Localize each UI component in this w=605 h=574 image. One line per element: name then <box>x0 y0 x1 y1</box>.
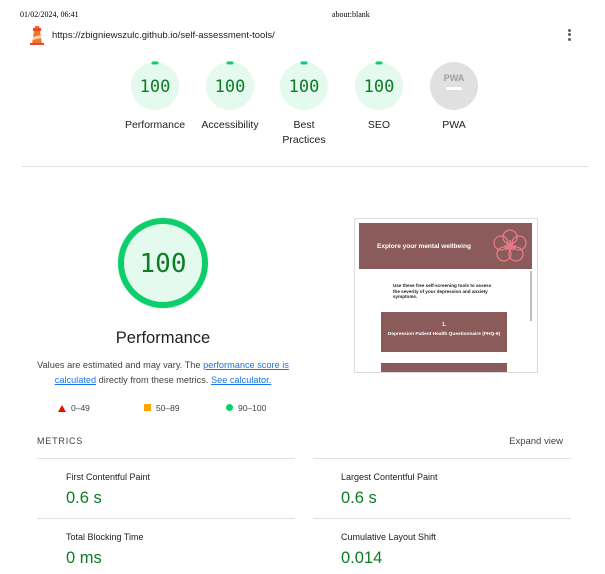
gauge-performance-ring: 100 <box>131 61 179 110</box>
metric-fcp-value: 0.6 s <box>66 489 102 507</box>
screenshot-card-number: 1. <box>441 322 447 328</box>
page-screenshot-thumbnail[interactable]: Explore your mental wellbeing Use these … <box>354 218 538 373</box>
category-gauges: 100 Performance 100 Accessibility 100 Be… <box>0 60 605 160</box>
pwa-badge-text: PWA <box>444 73 465 83</box>
metric-lcp: Largest Contentful Paint 0.6 s <box>341 472 571 508</box>
metric-fcp: First Contentful Paint 0.6 s <box>66 472 296 508</box>
metrics-row-divider <box>37 518 295 519</box>
average-square-icon <box>144 404 151 411</box>
pwa-badge-icon: PWA <box>430 62 478 110</box>
screenshot-card: 1. Depression Patient Health Questionnai… <box>381 312 507 352</box>
metric-tbt-label: Total Blocking Time <box>66 532 144 542</box>
screenshot-body-text: Use these free self-screening tools to a… <box>393 283 492 299</box>
gauge-pwa[interactable]: PWA PWA <box>414 60 494 133</box>
gauge-best-practices-label-line1: Best <box>293 119 315 131</box>
legend-fail: 0–49 <box>58 403 90 413</box>
perf-desc-text-1: Values are estimated and may vary. The <box>37 360 204 370</box>
expand-view-toggle[interactable]: Expand view <box>509 436 563 447</box>
gauge-seo-label: SEO <box>367 119 391 131</box>
gauge-accessibility-ring: 100 <box>206 61 254 110</box>
gauge-best-practices-label: Best Practices <box>264 118 344 148</box>
legend-average: 50–89 <box>144 403 180 413</box>
metric-tbt-value: 0 ms <box>66 549 102 567</box>
metric-tbt: Total Blocking Time 0 ms <box>66 532 296 568</box>
metric-cls-value: 0.014 <box>341 549 383 567</box>
performance-description: Values are estimated and may vary. The p… <box>34 358 292 388</box>
screenshot-hero-text: Explore your mental wellbeing <box>377 243 471 250</box>
perf-desc-text-2: directly from these metrics. <box>96 375 211 385</box>
print-date: 01/02/2024, 06:41 <box>20 10 79 19</box>
metrics-row-divider <box>313 518 571 519</box>
legend-average-label: 50–89 <box>156 403 180 413</box>
screenshot-hero: Explore your mental wellbeing <box>359 223 532 269</box>
see-calculator-link[interactable]: See calculator. <box>211 375 271 385</box>
metrics-header: METRICS Expand view <box>37 436 563 450</box>
metrics-row-divider <box>37 458 295 459</box>
gauge-accessibility-score: 100 <box>215 77 246 97</box>
gauge-seo[interactable]: 100 SEO <box>339 60 419 133</box>
print-title: about:blank <box>332 10 370 19</box>
gauge-best-practices-label-line2: Practices <box>282 134 326 146</box>
lighthouse-logo-icon <box>30 26 44 45</box>
flower-icon <box>493 229 527 262</box>
pass-circle-icon <box>226 404 233 411</box>
gauge-accessibility[interactable]: 100 Accessibility <box>190 60 270 133</box>
metric-lcp-value: 0.6 s <box>341 489 377 507</box>
metric-lcp-label: Largest Contentful Paint <box>341 472 438 482</box>
report-url-bar: https://zbigniewszulc.github.io/self-ass… <box>22 24 588 48</box>
metric-cls-label: Cumulative Layout Shift <box>341 532 437 542</box>
metrics-title: METRICS <box>37 436 84 446</box>
gauge-performance-score: 100 <box>140 77 171 97</box>
screenshot-scrollbar <box>530 271 532 321</box>
gauge-performance[interactable]: 100 Performance <box>115 60 195 133</box>
screenshot-card-2 <box>381 363 507 372</box>
kebab-menu-icon[interactable] <box>566 27 572 43</box>
metric-cls: Cumulative Layout Shift 0.014 <box>341 532 571 568</box>
section-divider <box>22 166 588 167</box>
gauge-performance-label: Performance <box>124 119 186 131</box>
score-legend: 0–49 50–89 90–100 <box>58 401 298 415</box>
screenshot-card-text: Depression Patient Health Questionnaire … <box>387 332 501 337</box>
gauge-best-practices[interactable]: 100 Best Practices <box>264 60 344 148</box>
gauge-best-practices-score: 100 <box>289 77 320 97</box>
metric-fcp-label: First Contentful Paint <box>66 472 151 482</box>
gauge-seo-score: 100 <box>364 77 395 97</box>
gauge-best-practices-ring: 100 <box>280 61 328 110</box>
legend-pass-label: 90–100 <box>238 403 267 413</box>
gauge-accessibility-label: Accessibility <box>201 119 259 131</box>
performance-title: Performance <box>115 329 211 347</box>
gauge-seo-ring: 100 <box>355 61 403 110</box>
performance-big-gauge: 100 <box>117 217 209 309</box>
legend-fail-label: 0–49 <box>71 403 90 413</box>
fail-triangle-icon <box>58 405 66 412</box>
legend-pass: 90–100 <box>226 403 266 413</box>
gauge-pwa-label: PWA <box>442 119 466 131</box>
performance-big-score: 100 <box>140 249 187 279</box>
report-url[interactable]: https://zbigniewszulc.github.io/self-ass… <box>52 30 275 41</box>
metrics-row-divider <box>313 458 571 459</box>
print-header: 01/02/2024, 06:41 about:blank <box>0 0 605 22</box>
